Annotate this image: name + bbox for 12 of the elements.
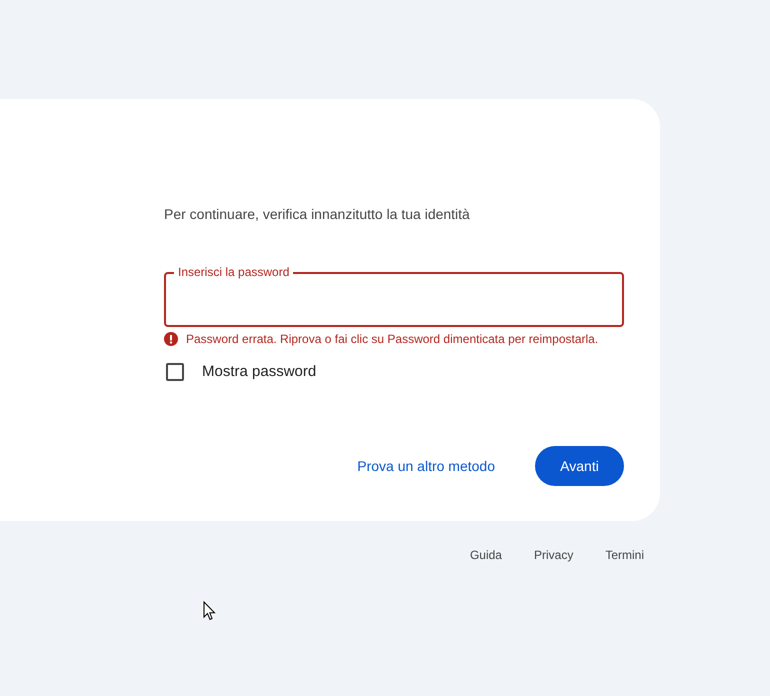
next-button[interactable]: Avanti xyxy=(535,446,624,486)
show-password-checkbox[interactable] xyxy=(166,363,184,382)
error-icon xyxy=(164,332,178,346)
subtitle: Per continuare, verifica innanzitutto la tua identità xyxy=(164,205,471,223)
error-message: Password errata. Riprova o fai clic su Password dimenticata per reimpostarla. xyxy=(186,332,598,346)
footer-link[interactable]: Guida xyxy=(470,546,502,564)
checkbox-label[interactable]: Mostra password xyxy=(202,361,316,384)
mouse-cursor-icon xyxy=(203,601,216,621)
footer-link[interactable]: Privacy xyxy=(534,546,574,564)
footer-link[interactable]: Termini xyxy=(605,546,644,564)
try-another-method-link[interactable]: Prova un altro metodo xyxy=(357,444,495,488)
field-label: Inserisci la password xyxy=(174,265,294,279)
